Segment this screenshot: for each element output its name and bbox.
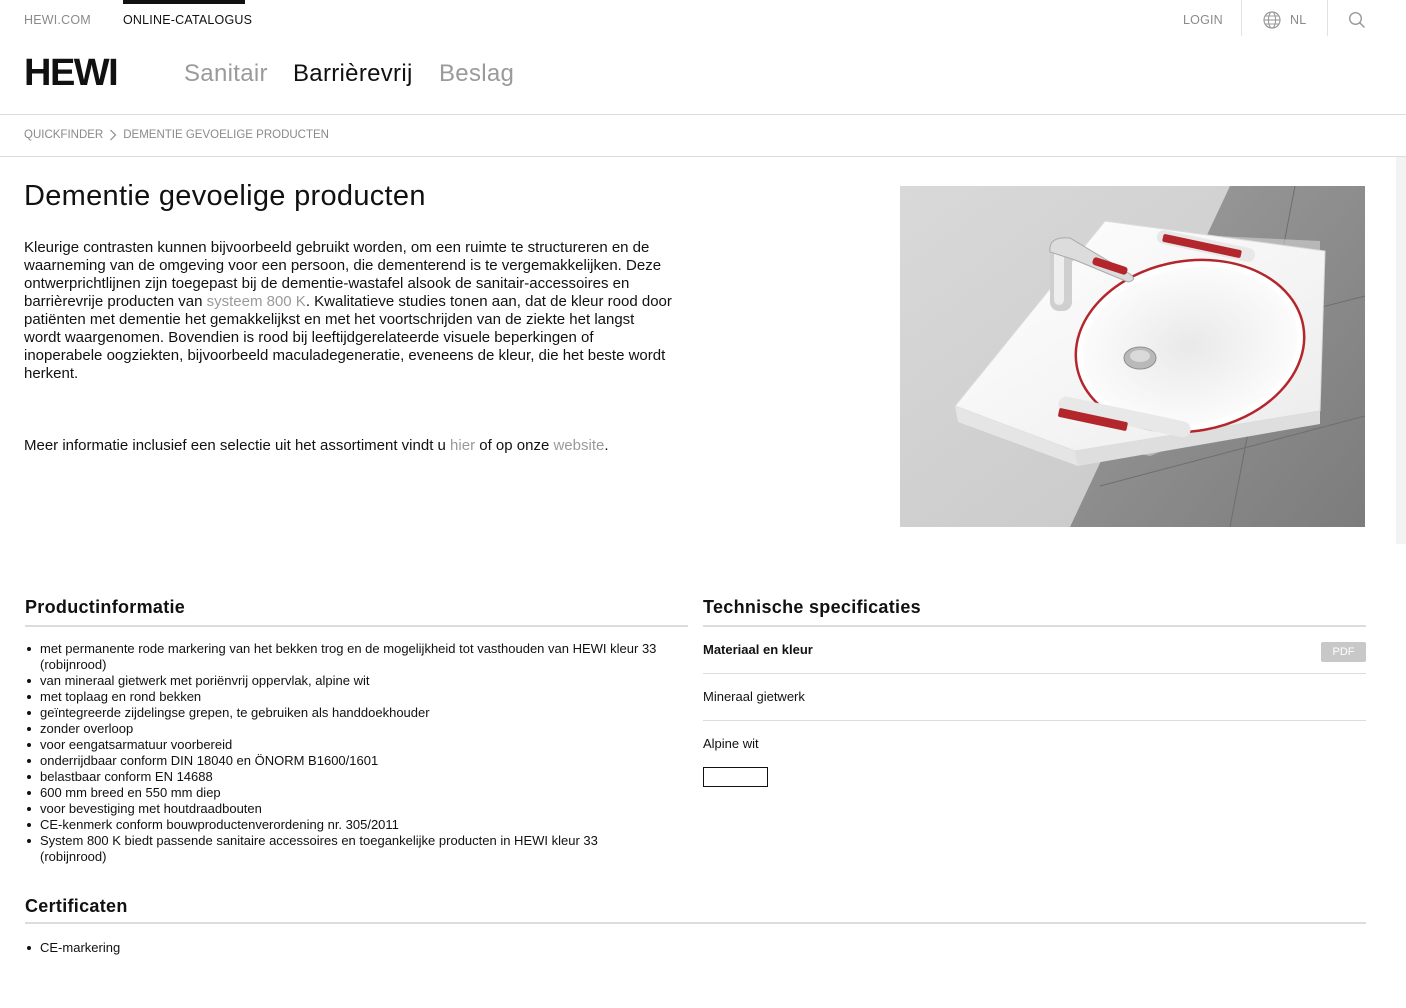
top-utility-bar: HEWI.COM ONLINE-CATALOGUS LOGIN NL [0, 0, 1406, 40]
systeem-800k-link[interactable]: systeem 800 K [207, 293, 306, 310]
material-color-label: Materiaal en kleur [703, 642, 813, 657]
list-item: met toplaag en rond bekken [24, 689, 684, 705]
product-image [900, 186, 1365, 527]
list-item: van mineraal gietwerk met poriënvrij opp… [24, 673, 684, 689]
search-icon[interactable] [1348, 11, 1366, 29]
spec-divider [703, 720, 1366, 721]
breadcrumb-divider [0, 156, 1406, 157]
specs-title: Technische specificaties [703, 597, 921, 617]
list-item: voor bevestiging met houtdraadbouten [24, 801, 684, 817]
intro-text: Kleurige contrasten kunnen bijvoorbeeld … [24, 239, 674, 383]
list-item: voor eengatsarmatuur voorbereid [24, 737, 684, 753]
list-item: belastbaar conform EN 14688 [24, 769, 684, 785]
pdf-button[interactable]: PDF [1321, 642, 1366, 662]
chevron-right-icon [109, 129, 117, 141]
list-item: CE-markering [24, 940, 120, 956]
color-value: Alpine wit [703, 736, 759, 751]
scrollbar-track[interactable] [1396, 157, 1406, 544]
list-item: 600 mm breed en 550 mm diep [24, 785, 684, 801]
productinfo-title: Productinformatie [25, 597, 186, 617]
material-value: Mineraal gietwerk [703, 689, 805, 704]
list-item: geïntegreerde zijdelingse grepen, te geb… [24, 705, 684, 721]
hewi-logo[interactable]: HEWI [24, 52, 119, 95]
page-title: Dementie gevoelige producten [24, 180, 426, 212]
list-item: met permanente rode markering van het be… [24, 641, 684, 673]
divider [1327, 0, 1328, 36]
color-swatch [703, 767, 768, 787]
more-info-part: of op onze [475, 437, 554, 454]
spec-divider [703, 673, 1366, 674]
list-item: System 800 K biedt passende sanitaire ac… [24, 833, 604, 865]
language-selector[interactable]: NL [1290, 13, 1306, 27]
nav-barrierevrij[interactable]: Barrièrevrij [293, 60, 413, 88]
hier-link[interactable]: hier [450, 437, 475, 454]
header-divider [0, 114, 1406, 115]
section-rule [703, 625, 1366, 627]
list-item: CE-kenmerk conform bouwproductenverorden… [24, 817, 684, 833]
list-item: zonder overloop [24, 721, 684, 737]
nav-beslag[interactable]: Beslag [439, 60, 514, 88]
login-link[interactable]: LOGIN [1183, 13, 1223, 27]
more-info-part: Meer informatie inclusief een selectie u… [24, 437, 451, 454]
active-tab-indicator [123, 0, 245, 4]
certificaten-list: CE-markering [24, 940, 120, 956]
more-info-text: Meer informatie inclusief een selectie u… [24, 437, 609, 454]
divider [1241, 0, 1242, 36]
productinfo-list: met permanente rode markering van het be… [24, 641, 684, 865]
breadcrumb-current: DEMENTIE GEVOELIGE PRODUCTEN [123, 129, 329, 141]
website-link[interactable]: website [553, 437, 604, 454]
more-info-part: . [604, 437, 609, 454]
certificaten-title: Certificaten [25, 896, 128, 916]
globe-icon[interactable] [1262, 10, 1282, 30]
online-catalogus-link[interactable]: ONLINE-CATALOGUS [123, 13, 252, 27]
section-rule [25, 922, 1366, 924]
list-item: onderrijdbaar conform DIN 18040 en ÖNORM… [24, 753, 684, 769]
breadcrumb-quickfinder[interactable]: QUICKFINDER [24, 129, 103, 141]
breadcrumb: QUICKFINDER DEMENTIE GEVOELIGE PRODUCTEN [24, 129, 329, 141]
section-rule [25, 625, 688, 627]
nav-sanitair[interactable]: Sanitair [184, 60, 268, 88]
hewi-com-link[interactable]: HEWI.COM [24, 13, 91, 27]
